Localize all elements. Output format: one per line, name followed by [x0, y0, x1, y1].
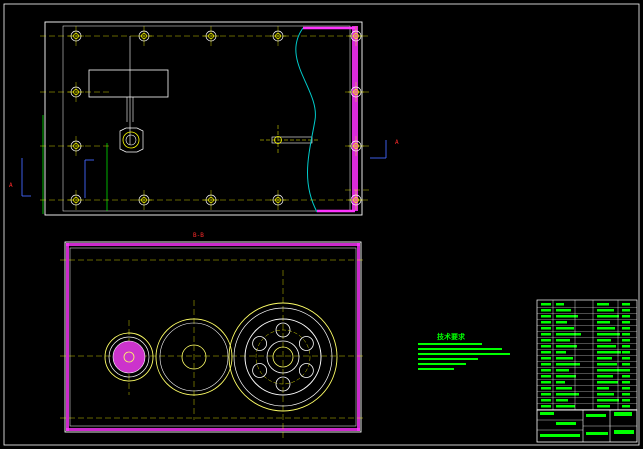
section-view-housing — [64, 241, 362, 433]
section-label: B-B — [193, 232, 204, 239]
lightening-hole — [252, 363, 268, 378]
top-view-bolts — [68, 26, 364, 210]
cad-drawing: A A B-B 技术要求 — [3, 3, 640, 446]
view-marker-right: A — [395, 139, 399, 146]
hex-nut-icon — [119, 127, 144, 153]
top-view-inner-wall — [62, 25, 351, 212]
tech-requirements: 技术要求 — [418, 332, 510, 370]
top-view-break-curve — [295, 27, 318, 213]
top-view: A A B-B — [9, 21, 399, 239]
section-view — [60, 241, 366, 440]
section-hatch-left — [66, 243, 69, 431]
top-view-bearing-block — [88, 69, 169, 98]
lightening-hole — [298, 336, 314, 351]
view-marker-left: A — [9, 182, 13, 189]
title-block — [536, 299, 638, 443]
top-view-hatched-wall — [352, 26, 358, 211]
tech-requirements-title: 技术要求 — [437, 332, 466, 341]
section-hatch-right — [357, 243, 360, 431]
top-view-housing — [44, 21, 363, 216]
